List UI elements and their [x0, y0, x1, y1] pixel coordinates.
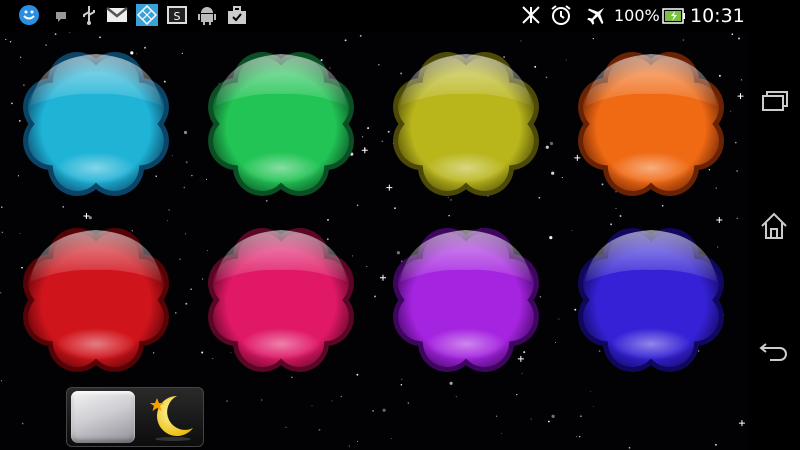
- back-icon[interactable]: [758, 334, 790, 366]
- recent-apps-icon[interactable]: [758, 86, 790, 118]
- battery-icon: [662, 6, 686, 26]
- alarm-clock-icon: [550, 4, 572, 26]
- gmail-icon: [106, 4, 128, 26]
- bubble-orange[interactable]: [563, 40, 739, 208]
- sd-card-icon: S: [166, 4, 188, 26]
- battery-percent: 100%: [614, 6, 660, 25]
- bubble-pink[interactable]: [193, 216, 369, 384]
- briefcase-icon: [226, 4, 248, 26]
- grid-app-icon: [136, 4, 158, 26]
- message-icon: [50, 4, 72, 26]
- clock: 10:31: [690, 5, 745, 27]
- bubble-blue[interactable]: [563, 216, 739, 384]
- navigation-bar: [748, 32, 800, 450]
- status-bar: S 100% 10:31: [0, 0, 800, 32]
- game-area[interactable]: [0, 32, 748, 450]
- bubble-red[interactable]: [8, 216, 184, 384]
- airplane-mode-icon: [586, 4, 608, 26]
- android-icon: [196, 4, 218, 26]
- square-icon[interactable]: [71, 391, 135, 443]
- svg-text:S: S: [174, 10, 181, 23]
- bubble-yellow[interactable]: [378, 40, 554, 208]
- nfc-icon: [520, 4, 542, 26]
- bubble-green[interactable]: [193, 40, 369, 208]
- blue-app-icon: [18, 4, 40, 26]
- bubble-cyan[interactable]: [8, 40, 184, 208]
- moon-star-icon[interactable]: [143, 392, 199, 442]
- bubble-purple[interactable]: [378, 216, 554, 384]
- home-icon[interactable]: [758, 210, 790, 242]
- day-night-toggle[interactable]: [66, 387, 204, 447]
- usb-icon: [78, 4, 100, 26]
